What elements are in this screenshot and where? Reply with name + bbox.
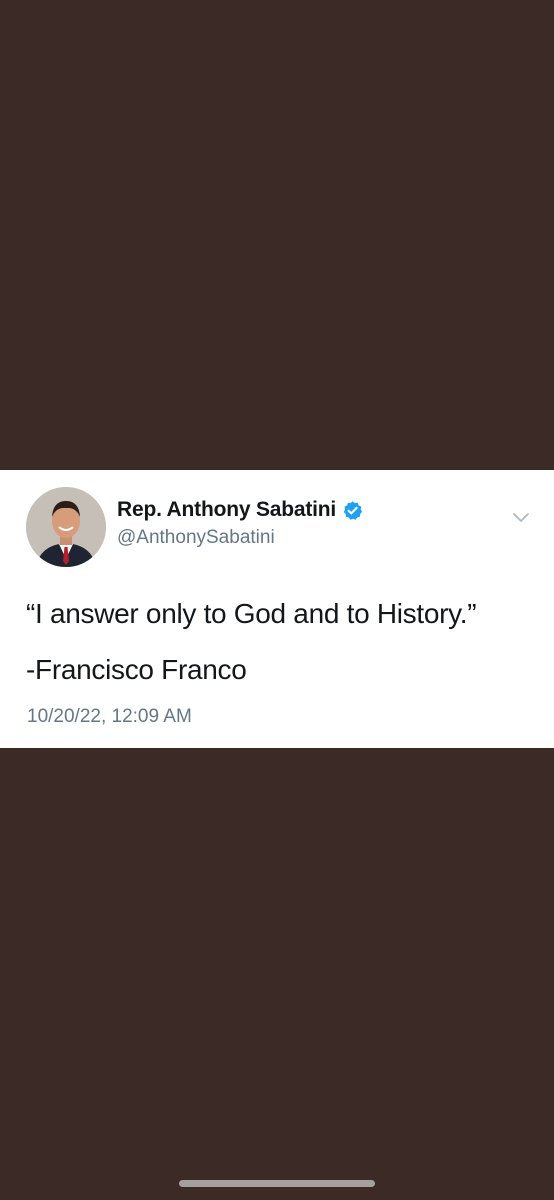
- timestamp[interactable]: 10/20/22, 12:09 AM: [27, 706, 192, 728]
- author-name-row[interactable]: Rep. Anthony Sabatini: [117, 498, 363, 522]
- author-handle[interactable]: @AnthonySabatini: [117, 527, 275, 549]
- verified-badge-icon: [342, 500, 363, 521]
- tweet-text-line: -Francisco Franco: [26, 654, 247, 685]
- home-indicator[interactable]: [179, 1180, 375, 1187]
- chevron-down-icon[interactable]: [510, 506, 532, 528]
- tweet-card[interactable]: Rep. Anthony Sabatini @AnthonySabatini “…: [0, 470, 554, 748]
- tweet-text-line: “I answer only to God and to History.”: [26, 598, 477, 629]
- avatar[interactable]: [26, 487, 106, 567]
- display-name[interactable]: Rep. Anthony Sabatini: [117, 498, 336, 522]
- tweet-body: “I answer only to God and to History.” -…: [26, 597, 536, 687]
- avatar-image: [26, 487, 106, 567]
